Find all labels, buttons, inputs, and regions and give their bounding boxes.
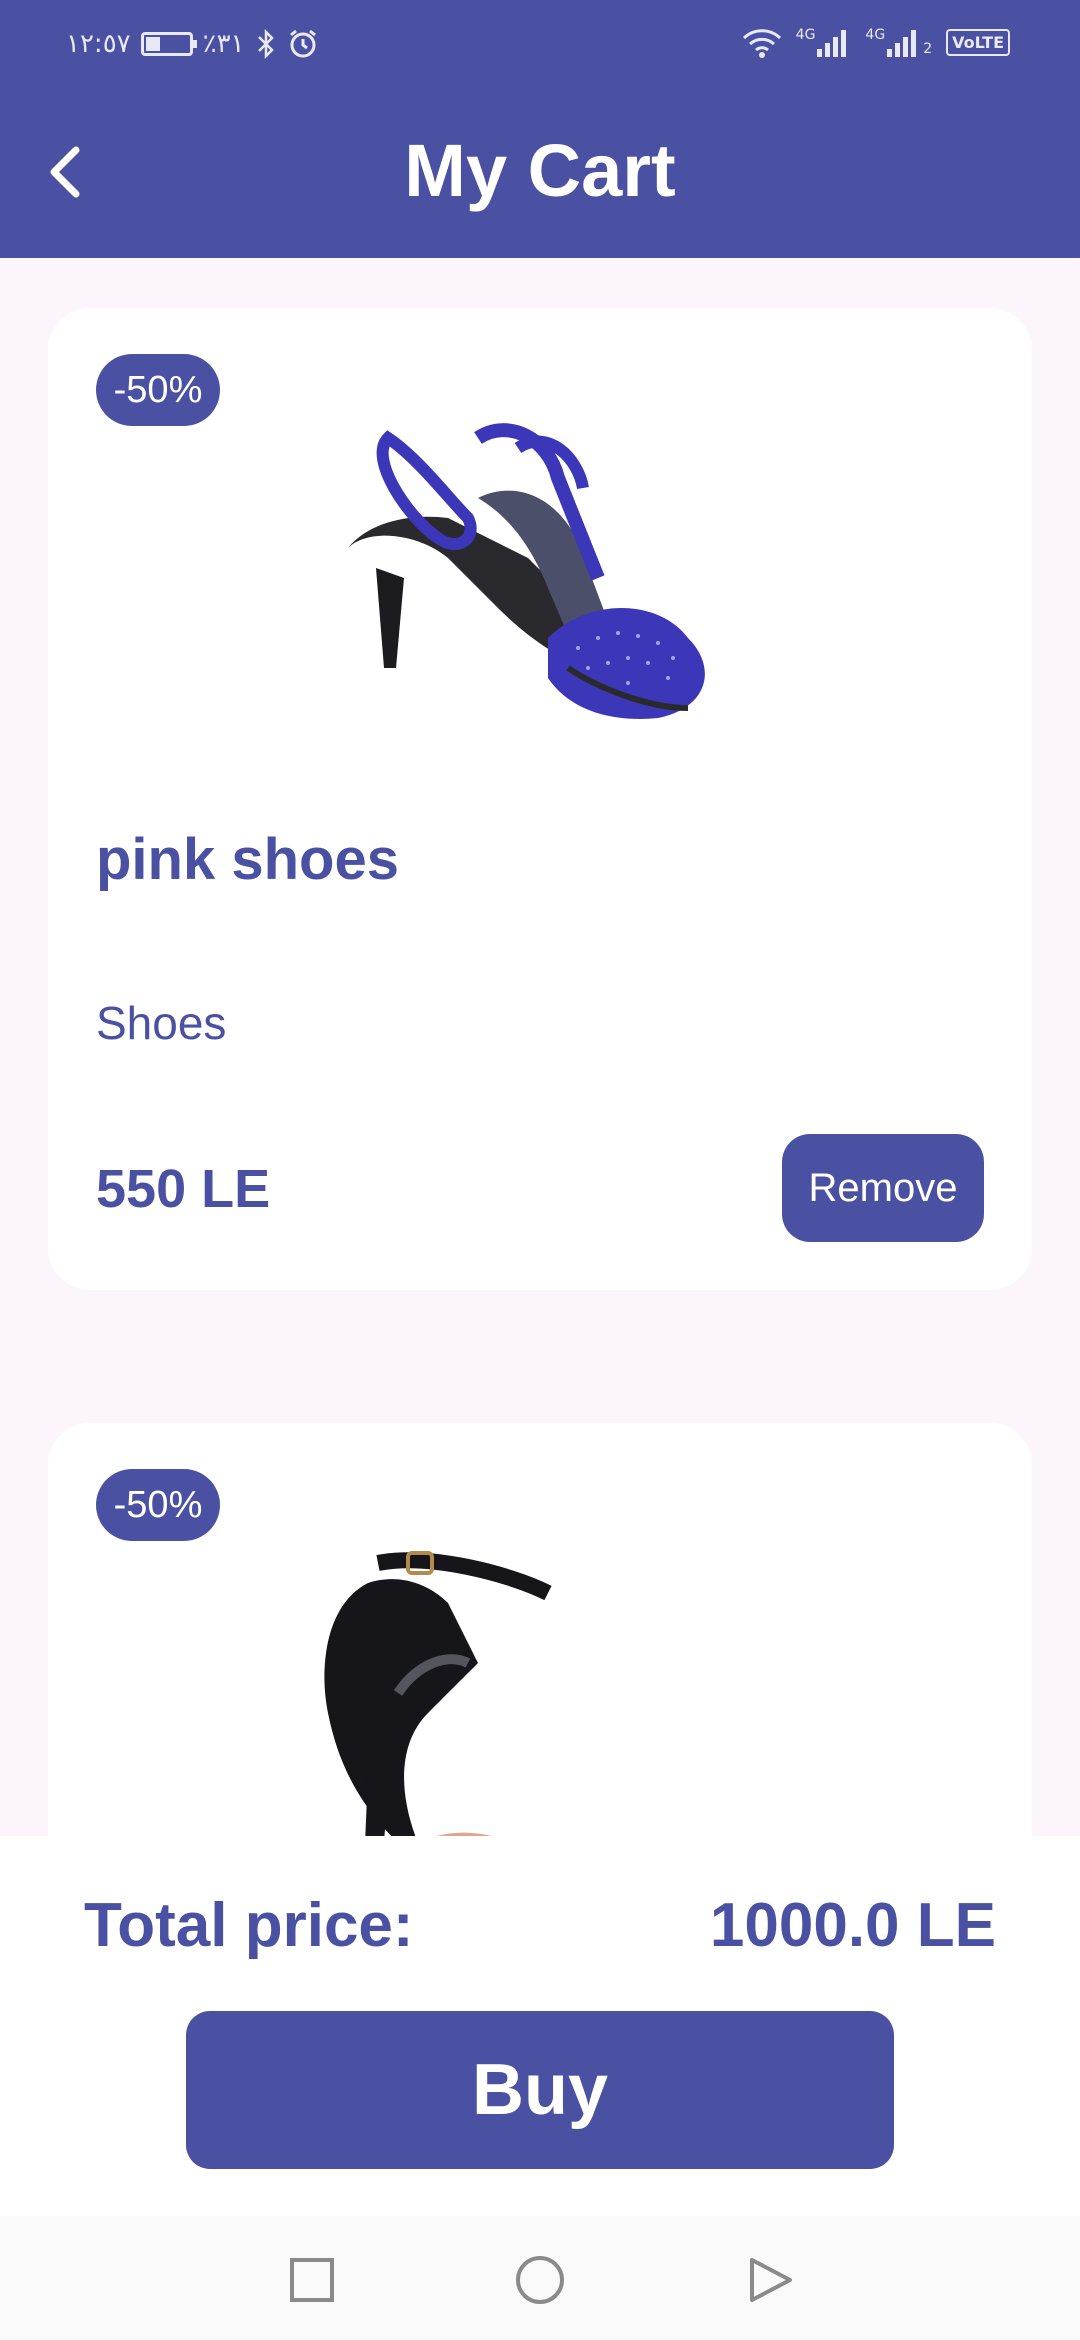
home-icon[interactable] bbox=[514, 2254, 566, 2306]
discount-badge: -50% bbox=[96, 354, 220, 426]
bluetooth-icon bbox=[257, 28, 274, 60]
wifi-icon bbox=[742, 29, 781, 58]
sim-slot: 2 bbox=[923, 41, 933, 57]
page-title: My Cart bbox=[404, 129, 676, 212]
total-price-label: Total price: bbox=[84, 1891, 414, 1960]
recent-apps-icon[interactable] bbox=[286, 2254, 338, 2306]
product-category: Shoes bbox=[96, 997, 227, 1049]
battery-icon bbox=[140, 32, 197, 56]
app-bar: ١٢:٥٧ ٪٣١ 4G 4G 2 VoLTE My Cart bbox=[0, 0, 1080, 258]
product-image bbox=[324, 1551, 552, 1836]
checkout-panel: Total price: 1000.0 LE Buy bbox=[0, 1836, 1080, 2216]
signal-icon: 4G bbox=[796, 27, 852, 57]
product-price: 550 LE bbox=[96, 1159, 271, 1219]
cart-list[interactable]: -50% pink shoes Shoes 550 LE Remove -50% bbox=[0, 258, 1080, 1836]
product-image bbox=[348, 423, 705, 719]
network-type-1: 4G bbox=[795, 27, 816, 43]
volte-badge: VoLTE bbox=[946, 28, 1010, 56]
status-right: 4G 4G 2 VoLTE bbox=[742, 26, 1010, 58]
discount-badge: -50% bbox=[96, 1469, 220, 1541]
cart-item-card[interactable]: -50% bbox=[48, 1423, 1032, 1836]
status-bar: ١٢:٥٧ ٪٣١ 4G 4G 2 VoLTE bbox=[0, 0, 1080, 90]
alarm-icon bbox=[289, 29, 316, 58]
network-type-2: 4G bbox=[865, 27, 886, 43]
status-left: ١٢:٥٧ ٪٣١ bbox=[66, 28, 319, 60]
total-price-value: 1000.0 LE bbox=[709, 1891, 996, 1960]
buy-button[interactable]: Buy bbox=[186, 2011, 894, 2169]
product-name: pink shoes bbox=[96, 827, 399, 892]
signal-icon: 4G 2 bbox=[865, 27, 932, 57]
system-nav-bar bbox=[0, 2216, 1080, 2340]
battery-percent: ٪٣١ bbox=[202, 29, 245, 59]
remove-button[interactable]: Remove bbox=[782, 1134, 984, 1242]
cart-item-card[interactable]: -50% pink shoes Shoes 550 LE Remove bbox=[48, 308, 1032, 1290]
back-icon[interactable] bbox=[744, 2254, 796, 2306]
status-time: ١٢:٥٧ bbox=[66, 29, 131, 59]
